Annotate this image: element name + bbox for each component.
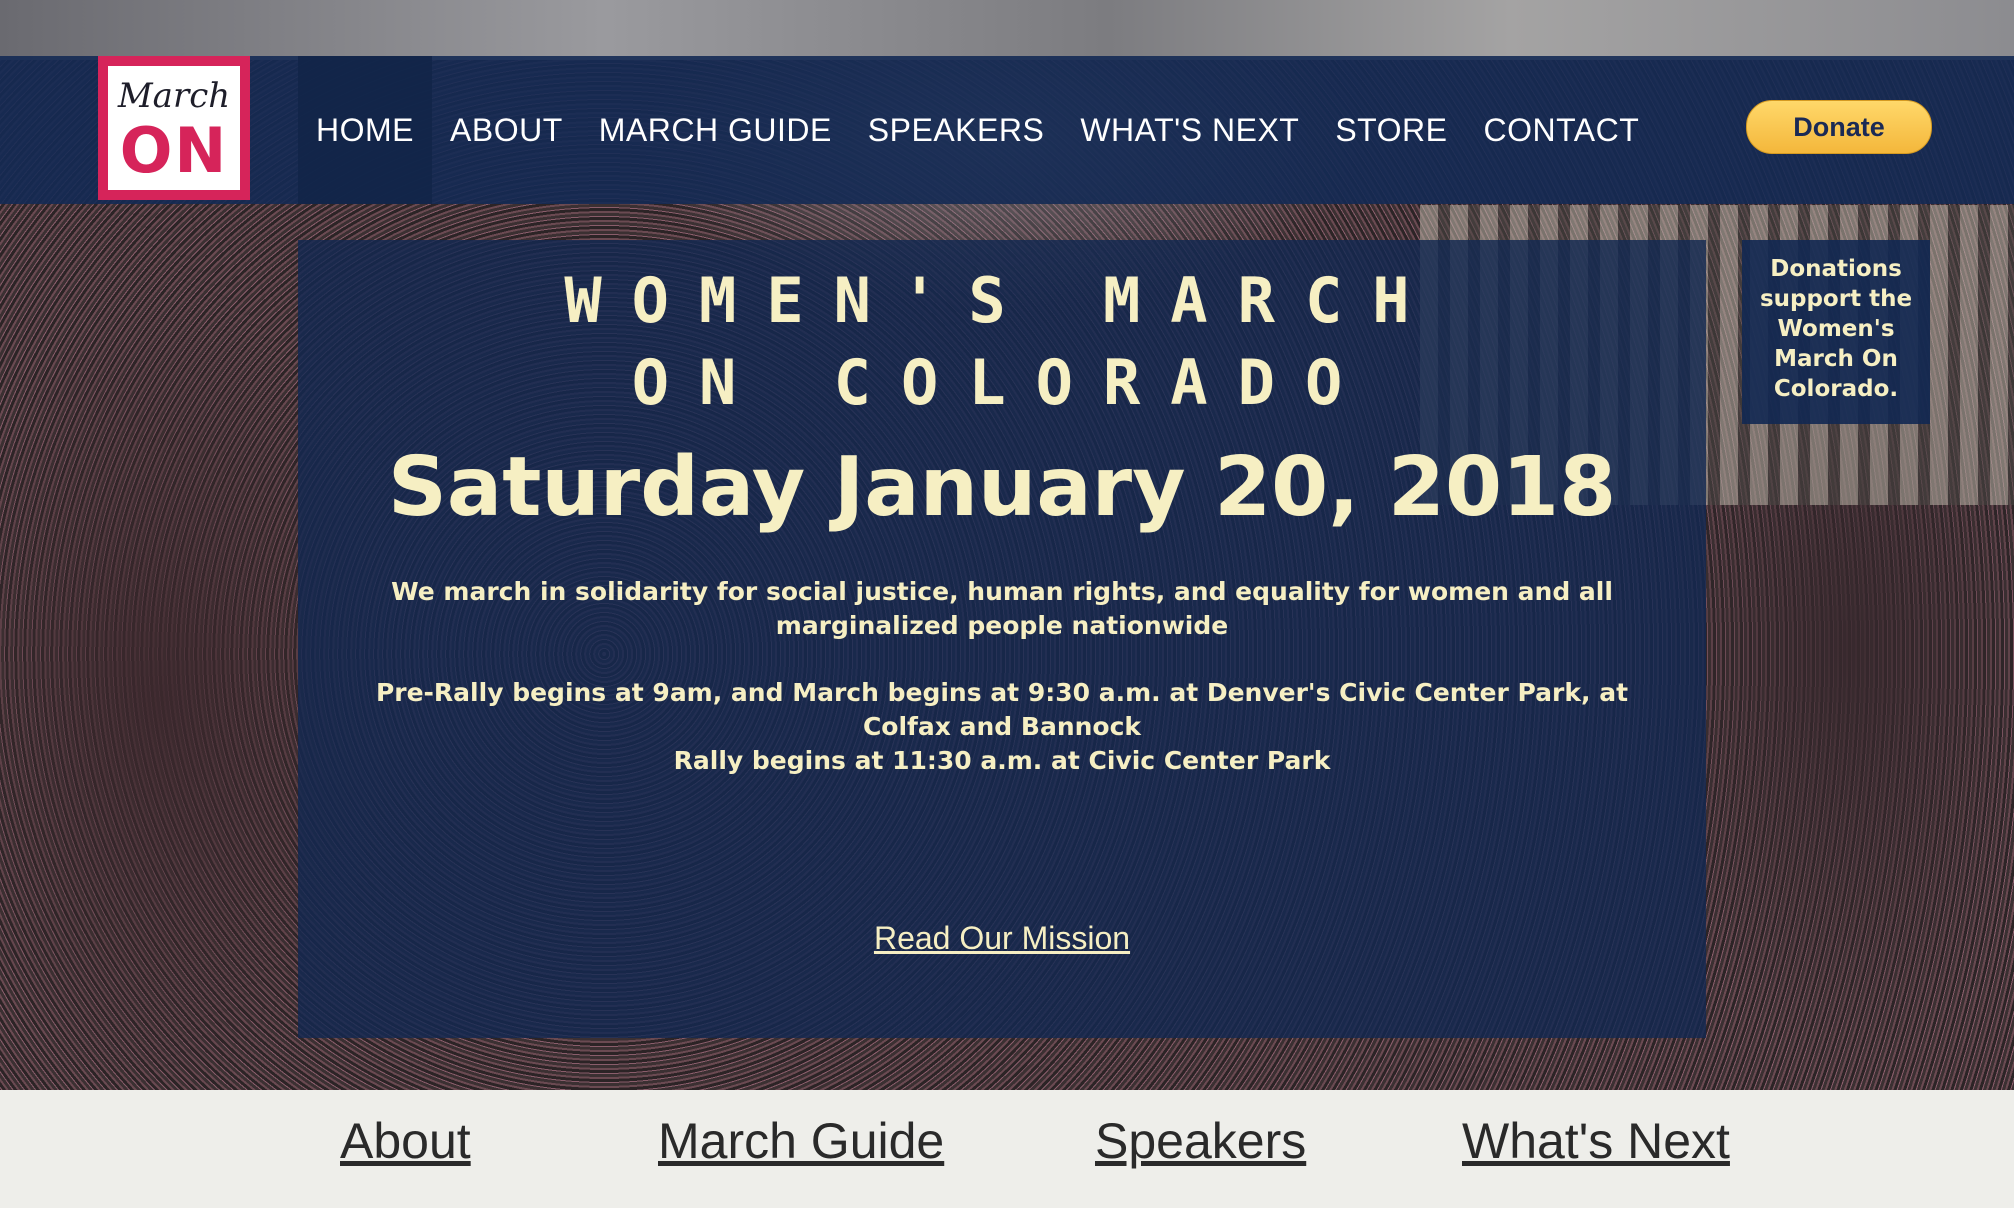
mission-line-2: marginalized people nationwide — [775, 611, 1229, 640]
nav-whats-next[interactable]: WHAT'S NEXT — [1062, 56, 1317, 204]
march-on-logo[interactable]: March ON — [98, 56, 250, 200]
schedule-line-2: Colfax and Bannock — [862, 712, 1142, 741]
nav-store[interactable]: STORE — [1317, 56, 1465, 204]
footer-link-speakers[interactable]: Speakers — [1095, 1112, 1306, 1170]
nav-home[interactable]: HOME — [298, 56, 432, 204]
nav-contact[interactable]: CONTACT — [1465, 56, 1657, 204]
nav-speakers[interactable]: SPEAKERS — [850, 56, 1063, 204]
main-menu: HOME ABOUT MARCH GUIDE SPEAKERS WHAT'S N… — [298, 56, 1657, 204]
schedule-line-1: Pre-Rally begins at 9am, and March begin… — [375, 678, 1629, 707]
donation-note-line-1: Donations — [1770, 256, 1902, 282]
logo-on-text: ON — [119, 114, 229, 187]
donation-note-line-2: support the — [1759, 286, 1913, 312]
donation-note-line-5: Colorado. — [1773, 376, 1899, 402]
event-date: Saturday January 20, 2018 — [387, 440, 1617, 535]
event-schedule: Pre-Rally begins at 9am, and March begin… — [358, 676, 1646, 778]
footer-link-about[interactable]: About — [340, 1112, 471, 1170]
donation-note-line-3: Women's — [1777, 316, 1895, 342]
footer-link-whats-next[interactable]: What's Next — [1462, 1112, 1730, 1170]
hero-panel: WOMEN'S MARCH ON COLORADO Saturday Janua… — [298, 240, 1706, 1038]
footer-link-march-guide[interactable]: March Guide — [658, 1112, 944, 1170]
hero-title-line1: WOMEN'S MARCH — [564, 264, 1440, 337]
logo-march-text: March — [117, 76, 231, 116]
city-skyline-background — [0, 0, 2014, 60]
hero-title-line2: ON COLORADO — [631, 346, 1373, 419]
nav-about[interactable]: ABOUT — [432, 56, 581, 204]
logo-inner: March ON — [108, 66, 240, 190]
schedule-line-3: Rally begins at 11:30 a.m. at Civic Cent… — [673, 746, 1331, 775]
donation-note: Donations support the Women's March On C… — [1742, 240, 1930, 424]
mission-line-1: We march in solidarity for social justic… — [391, 577, 1613, 606]
donate-button[interactable]: Donate — [1746, 100, 1932, 154]
read-mission-link[interactable]: Read Our Mission — [298, 920, 1706, 957]
mission-statement: We march in solidarity for social justic… — [358, 575, 1646, 643]
nav-march-guide[interactable]: MARCH GUIDE — [581, 56, 850, 204]
footer-links-bar: About March Guide Speakers What's Next — [0, 1090, 2014, 1208]
donation-note-line-4: March On — [1774, 346, 1898, 372]
